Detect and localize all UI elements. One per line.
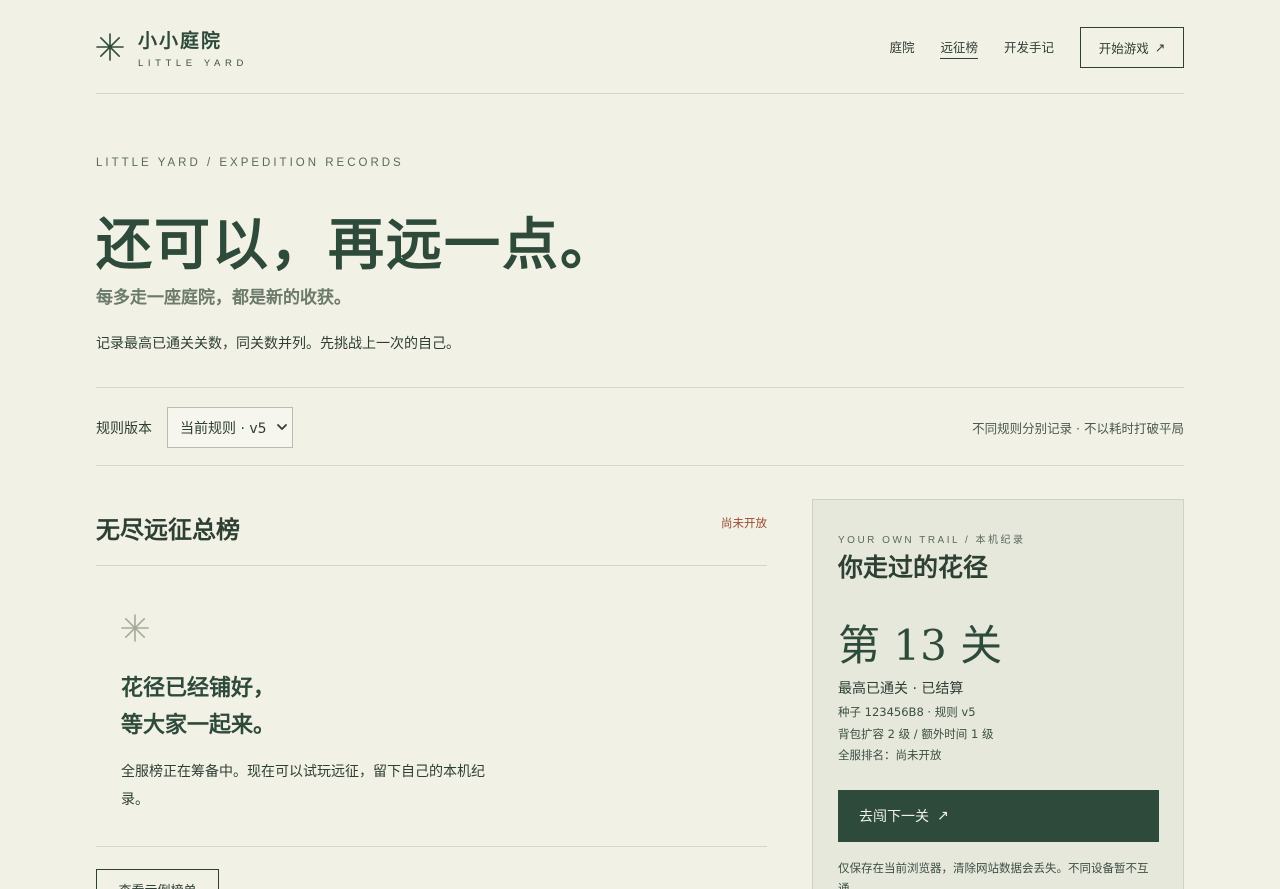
nav-link-expedition-board[interactable]: 远征榜 xyxy=(940,37,978,59)
page: 小小庭院 LITTLE YARD 庭院 远征榜 开发手记 开始游戏 ↗ LITT… xyxy=(96,0,1184,889)
rules-version-label: 规则版本 xyxy=(96,421,152,437)
empty-state-heading: 花径已经铺好， 等大家一起来。 xyxy=(121,670,275,744)
card-eyebrow: YOUR OWN TRAIL / 本机纪录 xyxy=(838,535,1026,546)
nav-link-dev-notes[interactable]: 开发手记 xyxy=(1004,37,1054,58)
page-subtitle: 每多走一座庭院，都是新的收获。 xyxy=(96,288,351,308)
arrow-up-right-icon: ↗ xyxy=(937,808,949,824)
chevron-down-icon xyxy=(277,424,287,430)
record-upgrades: 背包扩容 2 级 / 额外时间 1 级 xyxy=(838,727,994,741)
asterisk-icon xyxy=(121,614,149,642)
main-nav: 庭院 远征榜 开发手记 开始游戏 ↗ xyxy=(889,27,1184,68)
next-level-button[interactable]: 去闯下一关 ↗ xyxy=(838,790,1159,842)
rules-bar: 规则版本 当前规则 · v5 不同规则分别记录 · 不以耗时打破平局 xyxy=(96,387,1184,466)
arrow-up-right-icon: ↗ xyxy=(1154,40,1166,55)
best-level: 第 13 关 xyxy=(838,621,1003,670)
empty-state-heading-line-1: 花径已经铺好， xyxy=(121,676,276,701)
card-title: 你走过的花径 xyxy=(838,553,989,582)
start-game-label: 开始游戏 xyxy=(1098,41,1149,56)
brand-subtitle: LITTLE YARD xyxy=(138,58,248,69)
view-sample-board-button[interactable]: 查看示例榜单 xyxy=(96,869,219,889)
rules-note: 不同规则分别记录 · 不以耗时打破平局 xyxy=(972,421,1184,436)
personal-record-card: YOUR OWN TRAIL / 本机纪录 你走过的花径 第 13 关 最高已通… xyxy=(812,499,1184,889)
status-badge: 尚未开放 xyxy=(721,516,767,530)
rules-version-value: 当前规则 · v5 xyxy=(180,420,267,437)
brand-name[interactable]: 小小庭院 xyxy=(138,26,222,53)
page-title: 还可以，再远一点。 xyxy=(96,212,618,278)
site-header: 小小庭院 LITTLE YARD 庭院 远征榜 开发手记 开始游戏 ↗ xyxy=(96,0,1184,94)
start-game-button[interactable]: 开始游戏 ↗ xyxy=(1080,27,1184,68)
record-seed: 种子 123456B8 · 规则 v5 xyxy=(838,705,976,719)
empty-state-heading-line-2: 等大家一起来。 xyxy=(121,713,276,738)
page-description: 记录最高已通关关数，同关数并列。先挑战上一次的自己。 xyxy=(96,336,460,352)
rules-version-select[interactable]: 当前规则 · v5 xyxy=(167,407,293,448)
global-rank: 全服排名：尚未开放 xyxy=(838,748,942,762)
empty-state-text: 全服榜正在筹备中。现在可以试玩远征，留下自己的本机纪录。 xyxy=(121,764,485,808)
breadcrumb: LITTLE YARD / EXPEDITION RECORDS xyxy=(96,157,404,169)
nav-link-yard[interactable]: 庭院 xyxy=(889,37,914,58)
leaderboard-section: 无尽远征总榜 尚未开放 花径已经铺好， 等大家一起来。 全服榜正在筹备中。现在可… xyxy=(96,500,767,889)
storage-note: 仅保存在当前浏览器，清除网站数据会丢失。不同设备暂不互通。 xyxy=(838,861,1149,889)
leaderboard-header: 无尽远征总榜 尚未开放 xyxy=(96,500,767,566)
empty-state: 花径已经铺好， 等大家一起来。 全服榜正在筹备中。现在可以试玩远征，留下自己的本… xyxy=(96,566,767,847)
leaderboard-title: 无尽远征总榜 xyxy=(96,515,240,544)
next-level-label: 去闯下一关 xyxy=(859,809,929,825)
record-state: 最高已通关 · 已结算 xyxy=(838,681,964,697)
asterisk-logo-icon xyxy=(96,33,124,61)
